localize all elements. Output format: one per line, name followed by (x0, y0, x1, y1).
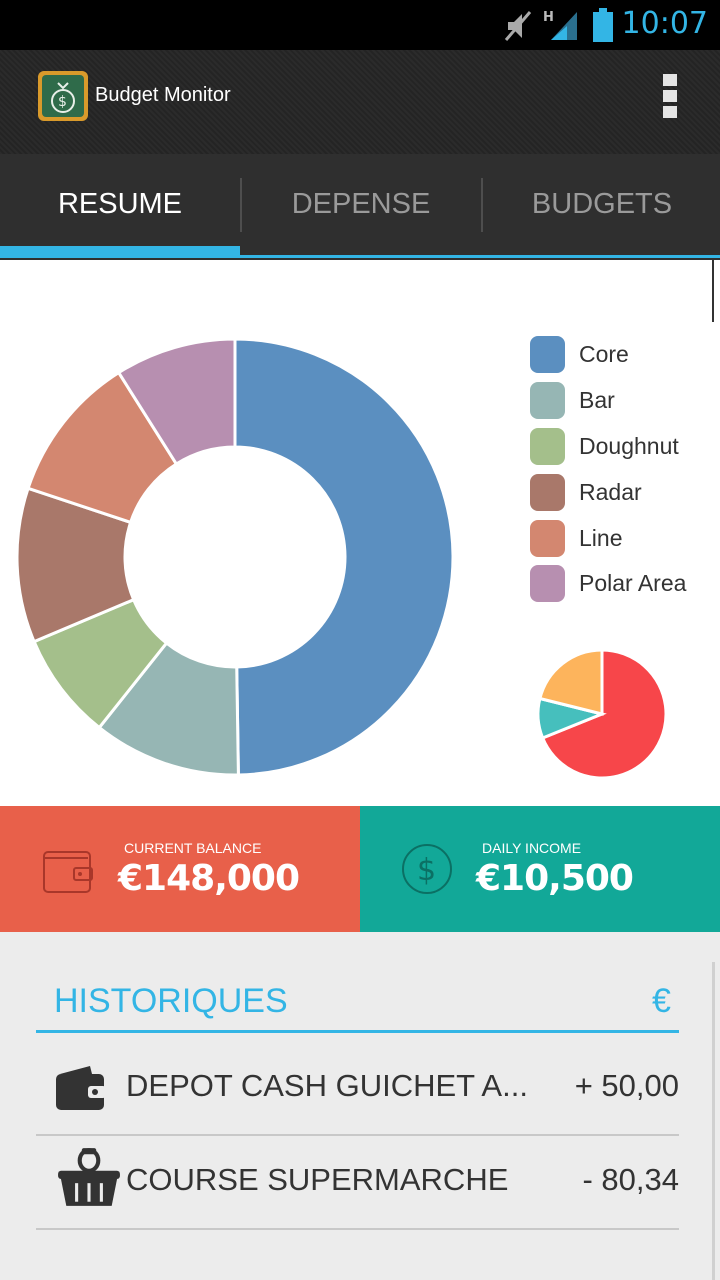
wallet-icon (43, 851, 93, 893)
legend-label: Doughnut (579, 432, 679, 459)
overflow-menu-icon[interactable] (663, 74, 679, 122)
svg-text:$: $ (417, 853, 436, 888)
legend-item-bar: Bar (530, 378, 686, 424)
legend-swatch (530, 382, 565, 420)
daily-income-card[interactable]: $ DAILY INCOME €10,500 (360, 806, 720, 932)
history-title: HISTORIQUES (54, 982, 288, 1020)
daily-income-value: €10,500 (476, 858, 634, 899)
legend-label: Core (579, 341, 629, 368)
svg-text:$: $ (58, 94, 67, 110)
doughnut-chart (15, 337, 455, 777)
clock: 10:07 (621, 6, 708, 41)
small-pie-chart (536, 648, 668, 780)
legend-item-radar: Radar (530, 469, 686, 515)
legend-swatch (530, 427, 565, 465)
history-row[interactable]: COURSE SUPERMARCHE - 80,34 (36, 1136, 679, 1230)
shopping-basket-icon (58, 1148, 120, 1206)
current-balance-card[interactable]: CURRENT BALANCE €148,000 (0, 806, 360, 932)
history-row[interactable]: DEPOT CASH GUICHET A... + 50,00 (36, 1042, 679, 1136)
legend-swatch (530, 565, 565, 603)
scroll-indicator (712, 260, 714, 322)
legend-label: Line (579, 524, 623, 551)
legend-item-line: Line (530, 515, 686, 561)
legend-label: Bar (579, 387, 615, 414)
status-bar: H 10:07 (0, 0, 720, 50)
legend-swatch (530, 519, 565, 557)
chart-legend: Core Bar Doughnut Radar Line Polar Area (530, 332, 686, 607)
tab-depense[interactable]: DEPENSE (241, 154, 481, 260)
scroll-indicator (712, 962, 715, 1280)
dollar-circle-icon: $ (402, 844, 452, 894)
current-balance-value: €148,000 (118, 858, 300, 899)
history-section: HISTORIQUES € DEPOT CASH GUICHET A... + … (0, 932, 720, 1280)
tab-resume[interactable]: RESUME (0, 154, 240, 260)
network-type-label: H (543, 10, 554, 25)
history-row-amount: - 80,34 (582, 1162, 679, 1197)
history-row-label: DEPOT CASH GUICHET A... (126, 1068, 528, 1103)
battery-icon (593, 8, 613, 42)
legend-item-polar-area: Polar Area (530, 561, 686, 607)
legend-swatch (530, 336, 565, 374)
tab-budgets[interactable]: BUDGETS (482, 154, 720, 260)
history-row-amount: + 50,00 (574, 1068, 679, 1103)
mute-icon (504, 11, 532, 41)
daily-income-label: DAILY INCOME (482, 840, 582, 856)
doughnut-slice-core[interactable] (233, 337, 455, 777)
tab-underline (240, 255, 720, 258)
legend-swatch (530, 473, 565, 511)
tab-indicator (0, 246, 240, 258)
current-balance-label: CURRENT BALANCE (124, 840, 262, 856)
legend-item-doughnut: Doughnut (530, 424, 686, 470)
money-bag-icon[interactable]: $ (38, 71, 88, 121)
history-divider (36, 1030, 679, 1033)
currency-symbol[interactable]: € (652, 982, 671, 1021)
signal-icon: H (543, 10, 577, 40)
action-bar: $ Budget Monitor (0, 50, 720, 154)
tab-bar: RESUME DEPENSE BUDGETS (0, 154, 720, 260)
wallet-icon (56, 1066, 106, 1110)
chart-panel: Core Bar Doughnut Radar Line Polar Area (0, 260, 720, 806)
legend-item-core: Core (530, 332, 686, 378)
legend-label: Polar Area (579, 570, 687, 597)
history-row-label: COURSE SUPERMARCHE (126, 1162, 509, 1197)
legend-label: Radar (579, 478, 642, 505)
app-title: Budget Monitor (95, 84, 231, 106)
